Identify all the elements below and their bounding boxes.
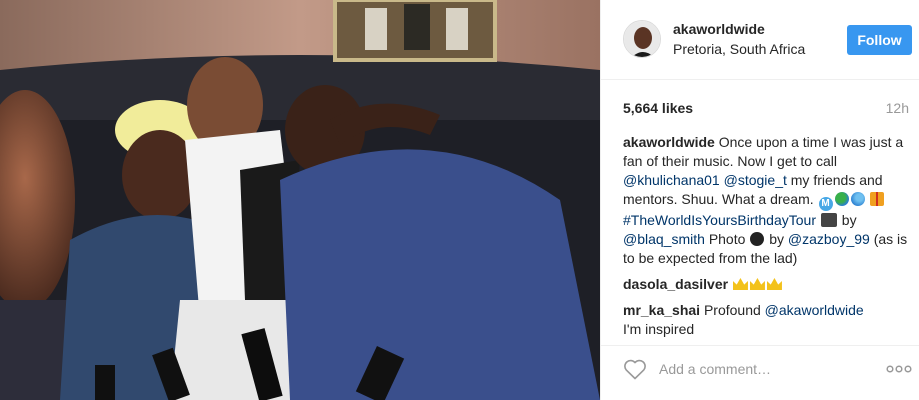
post-header: akaworldwide Pretoria, South Africa Foll… (601, 0, 919, 80)
post-photo[interactable] (0, 0, 600, 400)
metro-emoji-icon: M (818, 197, 833, 211)
heart-icon[interactable] (623, 358, 647, 380)
globe-emoji-icon (834, 192, 849, 206)
comment: dasola_dasilver (623, 275, 913, 294)
caption-text: by (841, 212, 857, 228)
caption-hashtag[interactable]: #TheWorldIsYoursBirthdayTour (623, 212, 816, 228)
gift-emoji-icon (870, 192, 885, 206)
avatar-image (624, 21, 660, 57)
caption-text: by (769, 231, 784, 247)
caption-mention[interactable]: @stogie_t (724, 172, 787, 188)
likes-count[interactable]: 5,664 likes (623, 100, 693, 116)
comment-mention[interactable]: @akaworldwide (765, 302, 864, 318)
post-side-panel: akaworldwide Pretoria, South Africa Foll… (600, 0, 919, 400)
crown-emoji-icon (749, 278, 765, 290)
globe-meridians-emoji-icon (850, 192, 865, 206)
caption-username[interactable]: akaworldwide (623, 134, 715, 150)
crown-emoji-icon (766, 278, 782, 290)
caption-mention[interactable]: @khulichana01 (623, 172, 720, 188)
caption-mention[interactable]: @blaq_smith (623, 231, 705, 247)
comment: mr_ka_shai Profound @akaworldwide I'm in… (623, 301, 913, 339)
header-username[interactable]: akaworldwide (673, 21, 765, 37)
caption-text: Photo (708, 231, 746, 247)
header-location[interactable]: Pretoria, South Africa (673, 41, 805, 57)
more-options-icon[interactable] (886, 364, 912, 374)
camera-emoji-icon (820, 213, 837, 227)
caption-mention[interactable]: @zazboy_99 (788, 231, 870, 247)
post-photo-image (0, 0, 600, 400)
comment-text: I'm inspired (623, 321, 695, 337)
avatar[interactable] (623, 20, 661, 58)
comment-text: Profound (703, 302, 761, 318)
add-comment-input[interactable] (659, 357, 859, 381)
comment-list: akaworldwide Once upon a time I was just… (623, 133, 913, 339)
follow-button[interactable]: Follow (847, 25, 912, 55)
comment-username[interactable]: mr_ka_shai (623, 302, 700, 318)
comment-username[interactable]: dasola_dasilver (623, 276, 728, 292)
bomb-emoji-icon (750, 232, 765, 246)
post-time[interactable]: 12h (886, 100, 909, 116)
comment-footer (601, 345, 919, 400)
crown-emoji-icon (732, 278, 748, 290)
caption: akaworldwide Once upon a time I was just… (623, 133, 913, 268)
instagram-post: akaworldwide Pretoria, South Africa Foll… (0, 0, 919, 400)
